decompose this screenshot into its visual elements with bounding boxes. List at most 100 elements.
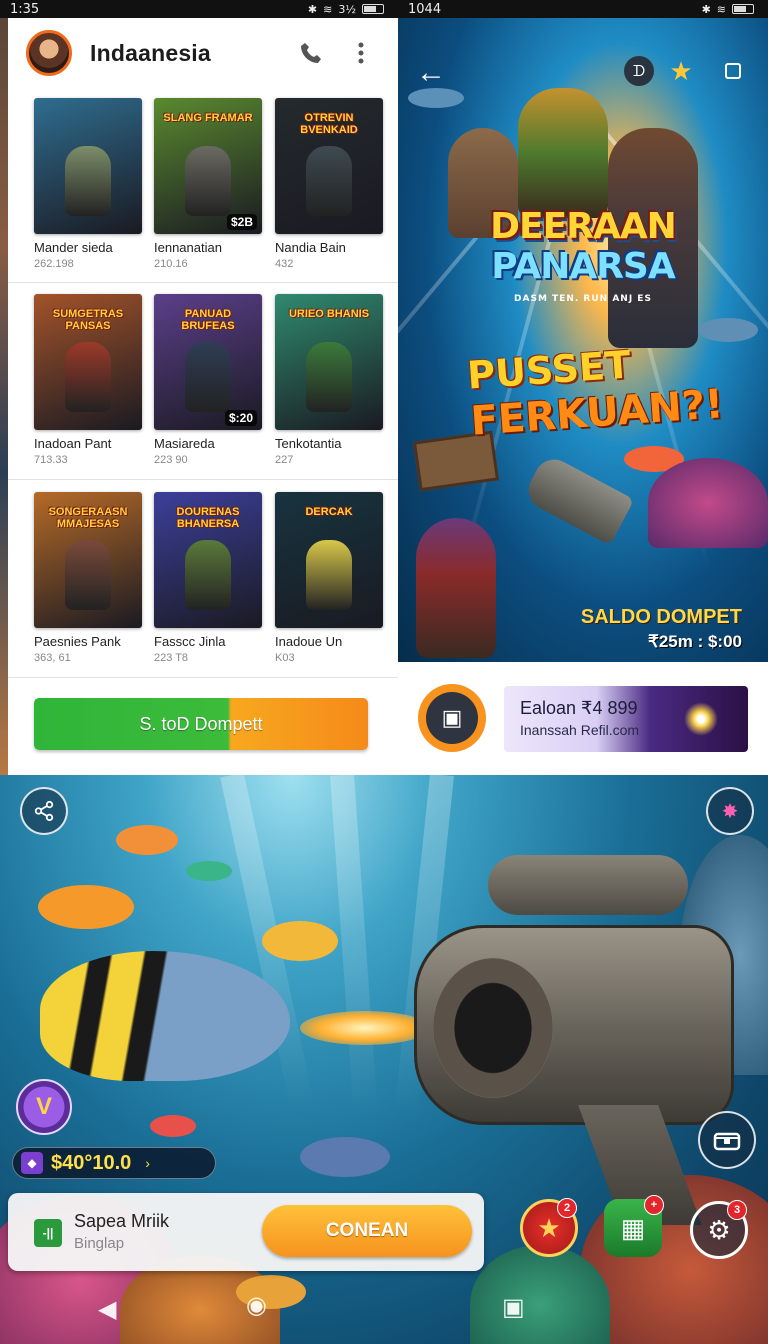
status-time: 1044	[408, 1, 442, 17]
cannon-image	[521, 452, 635, 546]
game-tile[interactable]: PANUAD BRUFEAS $:20 Masiareda 223 90	[154, 294, 262, 466]
share-icon[interactable]	[20, 787, 68, 835]
big-striped-fish[interactable]	[40, 951, 290, 1081]
bluetooth-icon: ✱	[701, 2, 711, 16]
fish-image	[408, 88, 464, 108]
cannon-scope	[488, 855, 688, 915]
poster-subtitle: DASM TEN. RUN ANJ ES	[514, 294, 652, 304]
notification-count: 3	[727, 1200, 747, 1220]
hero-figure	[518, 88, 608, 218]
game-tile[interactable]: URIEO BHANIS Tenkotantia 227	[275, 294, 383, 466]
game-tile[interactable]: DOURENAS BHANERSA Fasscc Jinla 223 T8	[154, 492, 262, 664]
game-art-figure	[185, 540, 231, 610]
promo-poster: DEERAAN PANARSA DASM TEN. RUN ANJ ES PUS…	[398, 18, 768, 662]
game-tile[interactable]: OTREVIN BVENKAID Nandia Bain 432	[275, 98, 383, 270]
star-bonus-icon[interactable]: ★ 2	[520, 1198, 578, 1257]
game-thumbnail[interactable]: SONGERAASN MMAJESAS	[34, 492, 142, 628]
row-divider	[8, 282, 398, 283]
game-art-figure	[185, 342, 231, 412]
game-name: Fasscc Jinla	[154, 634, 226, 649]
game-art-title: SLANG FRAMAR	[163, 112, 253, 124]
game-tile[interactable]: SONGERAASN MMAJESAS Paesnies Pank 363, 61	[34, 492, 142, 664]
dp-icon[interactable]: ᗪ	[624, 56, 654, 86]
game-count: K03	[275, 652, 295, 664]
game-name: Iennanatian	[154, 240, 222, 255]
nav-recents-icon[interactable]: ▣	[502, 1293, 525, 1322]
game-thumbnail[interactable]: SUMGETRAS PANSAS	[34, 294, 142, 430]
game-name: Tenkotantia	[275, 436, 342, 451]
cannon-blast	[300, 1011, 430, 1045]
wallet-button[interactable]: ▣	[418, 684, 486, 752]
nav-back-icon[interactable]: ◀	[98, 1295, 116, 1324]
avatar[interactable]	[26, 30, 72, 76]
square-icon[interactable]	[718, 56, 748, 86]
back-arrow-icon[interactable]: ←	[416, 56, 446, 90]
notification-action-button[interactable]: CONEAN	[262, 1205, 472, 1257]
game-tile[interactable]: Mander sieda 262.198	[34, 98, 142, 270]
game-art-title: SUMGETRAS PANSAS	[52, 308, 124, 332]
saldo-dompet-button[interactable]: S. toD Dompett	[34, 698, 368, 750]
game-thumbnail[interactable]: DERCAK	[275, 492, 383, 628]
green-fish[interactable]	[186, 861, 232, 881]
promo-banner[interactable]: Ealoan ₹4 899 Inanssah Refil.com	[504, 686, 748, 752]
bluetooth-icon: ✱	[307, 2, 318, 16]
saldo-label: SALDO DOMPET	[580, 606, 742, 628]
game-tile[interactable]: SUMGETRAS PANSAS Inadoan Pant 713.33	[34, 294, 142, 466]
game-tile[interactable]: SLANG FRAMAR $2B Iennanatian 210.16	[154, 98, 262, 270]
wallet-balance: $40°10.0	[51, 1151, 132, 1174]
game-count: 223 T8	[154, 652, 189, 664]
nav-home-icon[interactable]: ◉	[246, 1291, 267, 1320]
yellow-fish[interactable]	[262, 921, 338, 961]
game-thumbnail[interactable]: OTREVIN BVENKAID	[275, 98, 383, 234]
game-art-title: PANUAD BRUFEAS	[181, 308, 235, 332]
wallet-icon: ◆	[21, 1152, 43, 1174]
gift-icon[interactable]: ▦ +	[604, 1195, 664, 1257]
star-icon[interactable]: ★	[666, 56, 696, 86]
cannon-image[interactable]	[414, 925, 734, 1125]
battery-percent: 3½	[338, 2, 356, 16]
more-icon[interactable]	[348, 40, 374, 66]
game-name: Nandia Bain	[275, 240, 346, 255]
coral	[648, 458, 768, 548]
price-badge: $2B	[226, 214, 257, 230]
orange-fish[interactable]	[116, 825, 178, 855]
game-name: Paesnies Pank	[34, 634, 121, 649]
game-thumbnail[interactable]: PANUAD BRUFEAS $:20	[154, 294, 262, 430]
status-bar-right: 1044 ✱ ≋	[398, 0, 768, 18]
red-fish[interactable]	[150, 1115, 196, 1137]
saldo-value: ₹25m : $:00	[648, 632, 742, 651]
settings-gear-icon[interactable]: ⚙ 3	[690, 1200, 748, 1259]
game-name: Inadoue Un	[275, 634, 343, 649]
game-count: 432	[275, 258, 294, 270]
fish-game-scene: ✸ V ◆ $40°10.0 › -|| Sapea Mriik Binglap…	[0, 775, 768, 1344]
game-thumbnail[interactable]: DOURENAS BHANERSA	[154, 492, 262, 628]
game-art-figure	[306, 146, 352, 216]
status-time: 1:35	[10, 1, 40, 17]
game-thumbnail[interactable]	[34, 98, 142, 234]
orange-fish[interactable]	[38, 885, 134, 929]
poster-title-line2: PANARSA	[491, 246, 675, 287]
notification-card[interactable]: -|| Sapea Mriik Binglap CONEAN	[8, 1193, 484, 1271]
level-badge[interactable]: V	[16, 1079, 72, 1135]
notification-count: 2	[557, 1198, 577, 1218]
game-wallet[interactable]: ◆ $40°10.0 ›	[12, 1147, 216, 1179]
notification-count: +	[644, 1195, 664, 1215]
game-thumbnail[interactable]: URIEO BHANIS	[275, 294, 383, 430]
blue-fish[interactable]	[300, 1137, 390, 1177]
game-art-title: OTREVIN BVENKAID	[300, 112, 358, 136]
row-divider	[8, 677, 398, 678]
poster-screen: 1044 ✱ ≋ DEERAAN PANARSA DASM TEN. RUN A…	[398, 0, 768, 775]
game-count: 713.33	[34, 454, 68, 466]
game-count: 262.198	[34, 258, 74, 270]
burst-icon[interactable]: ✸	[706, 787, 754, 835]
battery-icon	[362, 4, 384, 14]
chest-icon[interactable]	[698, 1111, 756, 1169]
app-icon: -||	[34, 1219, 62, 1247]
game-tile[interactable]: DERCAK Inadoue Un K03	[275, 492, 383, 664]
game-art-figure	[65, 146, 111, 216]
game-art-title: DOURENAS BHANERSA	[176, 506, 240, 530]
game-thumbnail[interactable]: SLANG FRAMAR $2B	[154, 98, 262, 234]
app-header: Indaanesia	[8, 18, 398, 88]
phone-icon[interactable]	[298, 40, 324, 66]
price-badge: $:20	[224, 410, 257, 426]
